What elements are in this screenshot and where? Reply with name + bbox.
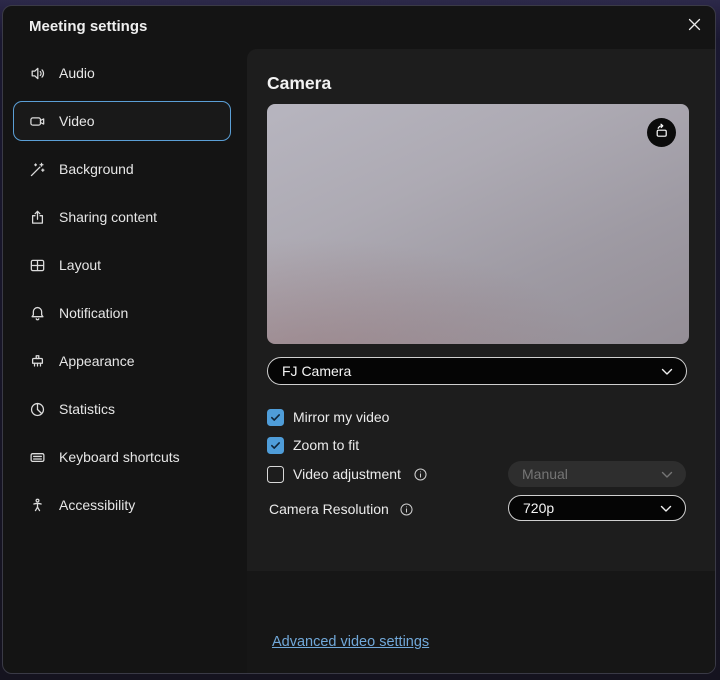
settings-sidebar: Audio Video Background (13, 53, 231, 533)
sidebar-item-label: Sharing content (59, 209, 157, 225)
meeting-settings-dialog: Meeting settings Audio (2, 5, 716, 674)
sidebar-item-layout[interactable]: Layout (13, 245, 231, 285)
advanced-video-settings-link[interactable]: Advanced video settings (272, 634, 429, 650)
info-icon[interactable] (413, 467, 428, 482)
sidebar-item-label: Video (59, 113, 95, 129)
bell-icon (29, 305, 46, 322)
chevron-down-icon (661, 363, 673, 379)
close-icon (687, 17, 702, 37)
close-button[interactable] (683, 16, 705, 38)
video-adjustment-checkbox[interactable] (267, 466, 284, 483)
camera-resolution-label: Camera Resolution (269, 501, 389, 517)
screen: Meeting settings Audio (0, 0, 720, 680)
accessibility-icon (29, 497, 46, 514)
rotate-camera-icon (653, 122, 670, 144)
sidebar-item-appearance[interactable]: Appearance (13, 341, 231, 381)
zoom-to-fit-row: Zoom to fit (267, 435, 359, 455)
camera-select-value: FJ Camera (282, 363, 351, 379)
mirror-my-video-row: Mirror my video (267, 407, 389, 427)
video-adjustment-row: Video adjustment (267, 464, 428, 484)
video-camera-icon (29, 113, 46, 130)
camera-preview (267, 104, 689, 344)
sidebar-item-label: Statistics (59, 401, 115, 417)
sidebar-item-label: Notification (59, 305, 128, 321)
section-title: Camera (267, 73, 331, 94)
rotate-camera-button[interactable] (647, 118, 676, 147)
zoom-to-fit-checkbox[interactable] (267, 437, 284, 454)
video-adjustment-mode-select: Manual (508, 461, 686, 487)
sidebar-item-background[interactable]: Background (13, 149, 231, 189)
camera-resolution-select[interactable]: 720p (508, 495, 686, 521)
video-settings-panel: Camera FJ Camera (247, 49, 715, 673)
camera-resolution-row: Camera Resolution (269, 499, 414, 519)
chevron-down-icon (660, 500, 672, 516)
info-icon[interactable] (399, 502, 414, 517)
zoom-to-fit-label: Zoom to fit (293, 437, 359, 453)
sidebar-item-sharing-content[interactable]: Sharing content (13, 197, 231, 237)
mirror-my-video-checkbox[interactable] (267, 409, 284, 426)
sidebar-item-video[interactable]: Video (13, 101, 231, 141)
video-adjustment-mode-value: Manual (522, 466, 568, 482)
sidebar-item-label: Keyboard shortcuts (59, 449, 180, 465)
panel-lower-section (247, 571, 715, 673)
chevron-down-icon (661, 466, 673, 482)
video-adjustment-label: Video adjustment (293, 466, 401, 482)
sidebar-item-accessibility[interactable]: Accessibility (13, 485, 231, 525)
sidebar-item-label: Appearance (59, 353, 135, 369)
sidebar-item-keyboard-shortcuts[interactable]: Keyboard shortcuts (13, 437, 231, 477)
keyboard-icon (29, 449, 46, 466)
sidebar-item-label: Layout (59, 257, 101, 273)
sidebar-item-label: Accessibility (59, 497, 135, 513)
sidebar-item-statistics[interactable]: Statistics (13, 389, 231, 429)
camera-resolution-value: 720p (523, 500, 554, 516)
magic-wand-icon (29, 161, 46, 178)
speaker-icon (29, 65, 46, 82)
pie-chart-icon (29, 401, 46, 418)
share-icon (29, 209, 46, 226)
sidebar-item-label: Audio (59, 65, 95, 81)
mirror-my-video-label: Mirror my video (293, 409, 389, 425)
sidebar-item-label: Background (59, 161, 134, 177)
sidebar-item-notification[interactable]: Notification (13, 293, 231, 333)
dialog-title: Meeting settings (29, 18, 147, 35)
sidebar-item-audio[interactable]: Audio (13, 53, 231, 93)
camera-select[interactable]: FJ Camera (267, 357, 687, 385)
grid-icon (29, 257, 46, 274)
paintbrush-icon (29, 353, 46, 370)
